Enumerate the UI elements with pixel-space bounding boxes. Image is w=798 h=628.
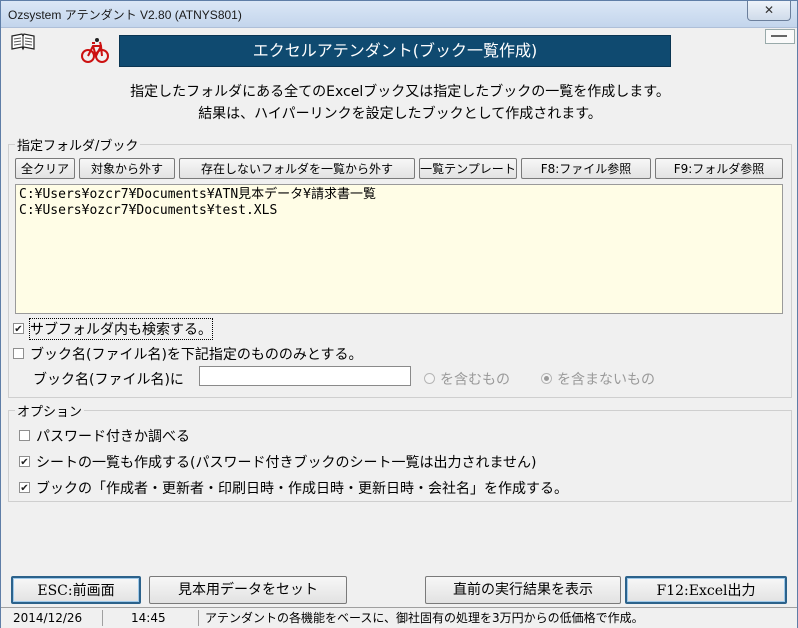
file-browse-button[interactable]: F8:ファイル参照: [521, 158, 651, 179]
book-properties-checkbox[interactable]: [19, 482, 30, 493]
description-line-1: 指定したフォルダにある全てのExcelブック又は指定したブックの一覧を作成します…: [130, 84, 670, 100]
app-window: Ozsystem アテンダント V2.80 (ATNYS801) ✕ エクセルア…: [0, 0, 798, 628]
folder-book-group-label: 指定フォルダ/ブック: [15, 135, 141, 154]
window-title: Ozsystem アテンダント V2.80 (ATNYS801): [8, 8, 242, 22]
remove-missing-folders-button[interactable]: 存在しないフォルダを一覧から外す: [179, 158, 415, 179]
options-group-label: オプション: [15, 401, 85, 420]
path-listbox[interactable]: C:¥Users¥ozcr7¥Documents¥ATN見本データ¥請求書一覧 …: [15, 184, 783, 314]
password-check-label[interactable]: パスワード付きか調べる: [36, 426, 190, 446]
bicycle-icon: [81, 38, 109, 63]
book-properties-label[interactable]: ブックの「作成者・更新者・印刷日時・作成日時・更新日時・会社名」を作成する。: [36, 478, 568, 498]
clear-all-button[interactable]: 全クリア: [15, 158, 75, 179]
password-check-checkbox[interactable]: [19, 430, 30, 441]
set-sample-data-button[interactable]: 見本用データをセット: [149, 576, 347, 604]
excel-output-button[interactable]: F12:Excel出力: [625, 576, 787, 604]
include-radio[interactable]: [424, 373, 435, 384]
description-line-2: 結果は、ハイパーリンクを設定したブックとして作成されます。: [198, 106, 602, 122]
status-message: アテンダントの各機能をベースに、御社固有の処理を3万円からの低価格で作成。: [205, 611, 644, 625]
title-bar[interactable]: Ozsystem アテンダント V2.80 (ATNYS801) ✕: [1, 1, 797, 28]
bookname-field-label: ブック名(ファイル名)に: [33, 372, 184, 388]
page-banner: エクセルアテンダント(ブック一覧作成): [119, 35, 671, 67]
list-template-button[interactable]: 一覧テンプレート: [419, 158, 517, 179]
book-icon: [11, 33, 35, 51]
status-time: 14:45: [103, 610, 199, 626]
sheet-list-checkbox[interactable]: [19, 456, 30, 467]
list-item[interactable]: C:¥Users¥ozcr7¥Documents¥ATN見本データ¥請求書一覧: [19, 187, 779, 203]
status-date: 2014/12/26: [3, 610, 103, 626]
close-button[interactable]: ✕: [747, 1, 791, 21]
exclude-radio-label[interactable]: を含まないもの: [557, 369, 655, 389]
include-radio-label[interactable]: を含むもの: [440, 369, 510, 389]
subfolder-label[interactable]: サブフォルダ内も検索する。: [29, 318, 213, 340]
folder-browse-button[interactable]: F9:フォルダ参照: [655, 158, 783, 179]
subfolder-checkbox[interactable]: [13, 323, 24, 334]
esc-back-button[interactable]: ESC:前画面: [11, 576, 141, 604]
list-item[interactable]: C:¥Users¥ozcr7¥Documents¥test.XLS: [19, 203, 779, 219]
exclude-button[interactable]: 対象から外す: [79, 158, 175, 179]
sheet-list-label[interactable]: シートの一覧も作成する(パスワード付きブックのシート一覧は出力されません): [36, 452, 537, 472]
bookname-only-checkbox[interactable]: [13, 348, 24, 359]
minimize-indicator-icon[interactable]: [765, 29, 795, 44]
show-last-result-button[interactable]: 直前の実行結果を表示: [425, 576, 621, 604]
bookname-input[interactable]: [199, 366, 411, 386]
status-bar: 2014/12/26 14:45 アテンダントの各機能をベースに、御社固有の処理…: [1, 607, 797, 628]
exclude-radio[interactable]: [541, 373, 552, 384]
bookname-only-label[interactable]: ブック名(ファイル名)を下記指定のもののみとする。: [30, 344, 363, 364]
